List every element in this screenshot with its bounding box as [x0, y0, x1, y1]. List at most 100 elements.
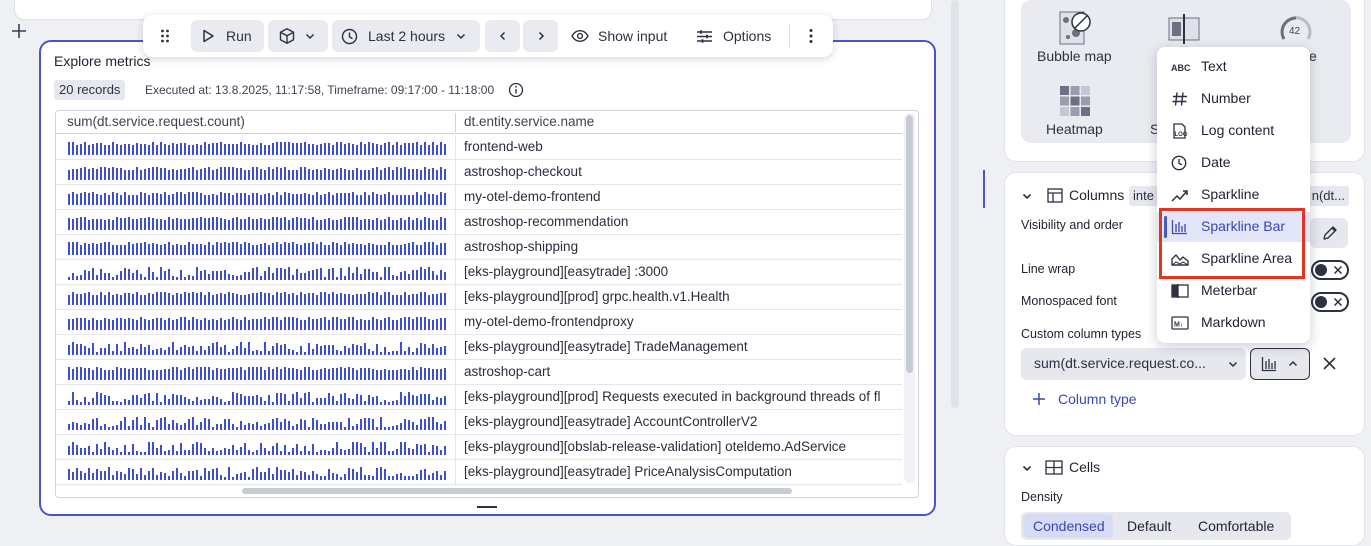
table-row[interactable]: astroshop-recommendation [56, 210, 902, 235]
table-row[interactable]: astroshop-checkout [56, 160, 902, 185]
canvas-scrollbar[interactable] [951, 0, 959, 408]
bubble-map-icon[interactable] [1059, 11, 1091, 45]
spark-bar [208, 320, 210, 330]
spark-bar [84, 167, 86, 180]
spark-bar [144, 475, 146, 480]
table-row[interactable]: astroshop-shipping [56, 235, 902, 260]
vertical-scrollbar[interactable] [904, 113, 915, 483]
spark-bar [416, 348, 418, 355]
run-button[interactable]: Run [191, 20, 264, 52]
table-row[interactable]: [eks-playground][prod] grpc.health.v1.He… [56, 285, 902, 310]
drag-handle-icon[interactable] [153, 20, 177, 52]
menu-item-text[interactable]: ABC Text [1157, 52, 1310, 82]
spark-bar [412, 352, 414, 355]
collapse-chevron-icon[interactable] [1021, 190, 1033, 202]
table-row[interactable]: my-otel-demo-frontend [56, 185, 902, 210]
column-header-sum[interactable]: sum(dt.service.request.count) [67, 114, 245, 129]
previous-timeframe-button[interactable] [485, 20, 520, 52]
gauge-label[interactable]: e [1309, 48, 1317, 64]
remove-column-type-icon[interactable] [1322, 356, 1337, 371]
table-row[interactable]: [eks-playground][prod] Requests executed… [56, 385, 902, 410]
spark-bar [304, 243, 306, 255]
density-default[interactable]: Default [1127, 518, 1171, 534]
spark-bar [440, 424, 442, 430]
sparkline-bar-chart [68, 342, 446, 355]
bubble-map-label[interactable]: Bubble map [1037, 48, 1112, 64]
split-chart-icon[interactable] [1168, 12, 1200, 44]
spark-bar [132, 319, 134, 330]
spark-bar [316, 319, 318, 330]
spark-bar [208, 242, 210, 255]
line-wrap-toggle[interactable] [1311, 260, 1349, 280]
add-tile-icon[interactable] [10, 22, 28, 40]
heatmap-icon[interactable] [1059, 85, 1091, 117]
table-row[interactable]: my-otel-demo-frontendproxy [56, 310, 902, 335]
spark-bar [236, 294, 238, 305]
spark-bar [360, 467, 362, 480]
spark-bar [152, 294, 154, 305]
density-condensed[interactable]: Condensed [1033, 518, 1105, 534]
column-header-service[interactable]: dt.entity.service.name [464, 114, 594, 129]
density-comfortable[interactable]: Comfortable [1198, 518, 1274, 534]
table-row[interactable]: [eks-playground][easytrade] AccountContr… [56, 410, 902, 435]
monospaced-font-toggle[interactable] [1311, 292, 1349, 312]
spark-bar [312, 217, 314, 230]
spark-bar [124, 192, 126, 205]
horizontal-scrollbar[interactable] [58, 485, 904, 496]
spark-bar [76, 445, 78, 455]
spark-bar [252, 245, 254, 255]
edit-visibility-button[interactable] [1310, 218, 1348, 248]
spark-bar [116, 471, 118, 480]
more-actions-icon[interactable] [800, 20, 822, 52]
spark-bar [212, 295, 214, 305]
spark-bar [264, 448, 266, 455]
spark-bar [76, 194, 78, 205]
spark-bar [136, 320, 138, 330]
collapse-chevron-icon[interactable] [1021, 462, 1033, 474]
panel-splitter[interactable] [983, 170, 985, 208]
spark-bar [240, 219, 242, 230]
spark-bar [252, 351, 254, 355]
heatmap-label[interactable]: Heatmap [1046, 121, 1103, 137]
show-input-button[interactable]: Show input [571, 20, 675, 52]
spark-bar [336, 220, 338, 230]
table-row[interactable]: [eks-playground][easytrade] PriceAnalysi… [56, 460, 902, 485]
column-type-select[interactable] [1250, 348, 1310, 380]
menu-item-log-content[interactable]: LOG Log content [1157, 116, 1310, 146]
menu-item-date[interactable]: Date [1157, 148, 1310, 178]
spark-bar [216, 217, 218, 230]
spark-bar [308, 367, 310, 380]
spark-bar [284, 269, 286, 280]
table-row[interactable]: frontend-web [56, 135, 902, 160]
table-row[interactable]: [eks-playground][obslab-release-validati… [56, 435, 902, 460]
spark-bar [424, 292, 426, 305]
hash-icon [1171, 91, 1189, 107]
table-row[interactable]: [eks-playground][easytrade] :3000 [56, 260, 902, 285]
menu-item-meterbar[interactable]: Meterbar [1157, 276, 1310, 306]
spark-bar [320, 450, 322, 455]
options-button[interactable]: Options [696, 20, 782, 52]
table-row[interactable]: [eks-playground][easytrade] TradeManagem… [56, 335, 902, 360]
table-row[interactable]: astroshop-cart [56, 360, 902, 385]
spark-bar [316, 420, 318, 430]
custom-column-select[interactable]: sum(dt.service.request.co... [1021, 348, 1246, 380]
add-column-type-button[interactable]: Column type [1031, 391, 1137, 407]
next-timeframe-button[interactable] [523, 20, 558, 52]
chevron-down-icon [455, 30, 467, 42]
spark-bar [408, 370, 410, 380]
spark-bar [196, 367, 198, 380]
menu-item-markdown[interactable]: M↓ Markdown [1157, 308, 1310, 338]
spark-bar [216, 271, 218, 280]
spark-bar [328, 169, 330, 180]
data-source-button[interactable] [268, 20, 328, 52]
info-icon[interactable] [508, 82, 524, 98]
resize-handle[interactable] [477, 506, 497, 508]
spark-bar [108, 168, 110, 180]
menu-item-sparkline[interactable]: Sparkline [1157, 180, 1310, 210]
timeframe-selector[interactable]: Last 2 hours [332, 20, 480, 52]
spark-bar [228, 401, 230, 405]
menu-item-number[interactable]: Number [1157, 84, 1310, 114]
spark-bar [160, 370, 162, 380]
spark-bar [352, 426, 354, 430]
spark-bar [132, 195, 134, 205]
